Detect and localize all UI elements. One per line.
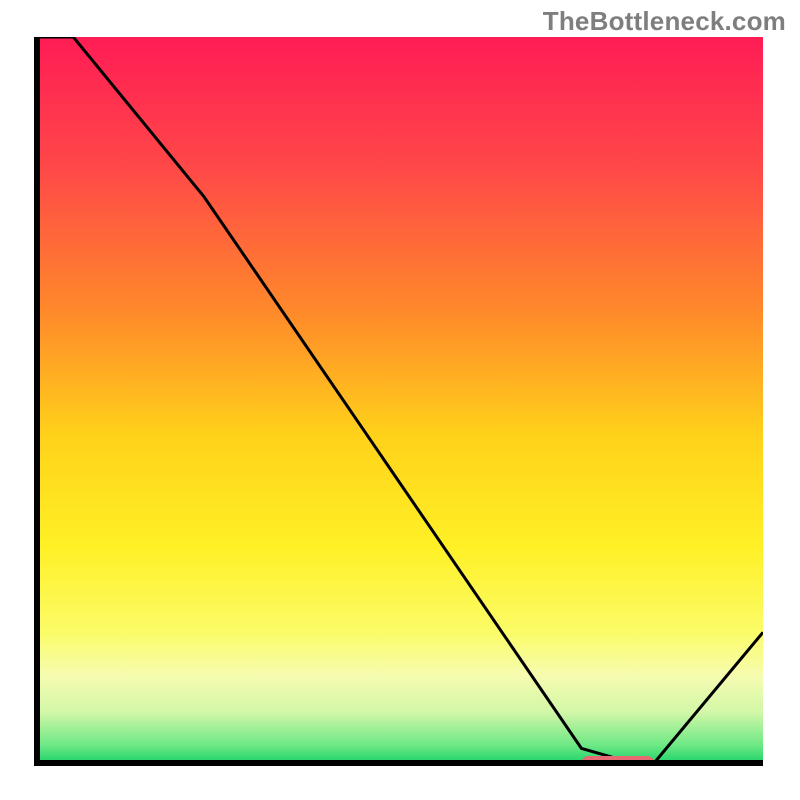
bottleneck-chart [0, 0, 800, 800]
plot-background-gradient [37, 37, 763, 763]
